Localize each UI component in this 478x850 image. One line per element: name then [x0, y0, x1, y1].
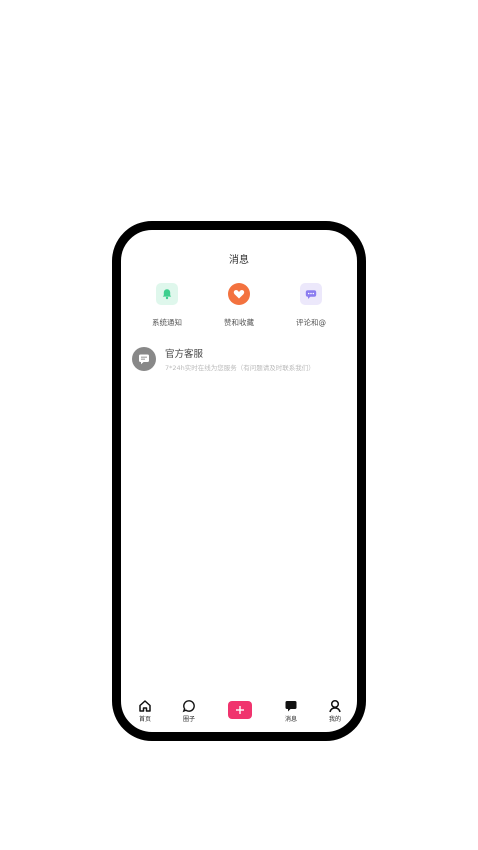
- message-preview: 7*24h实时在线为您服务（有问题请及时联系我们）: [165, 364, 315, 372]
- user-icon: [320, 698, 350, 713]
- tab-circle[interactable]: 圈子: [174, 698, 204, 723]
- likes-favorites-button[interactable]: 赞和收藏: [209, 283, 269, 328]
- system-notice-button[interactable]: 系统通知: [137, 283, 197, 328]
- tab-messages-label: 消息: [284, 716, 297, 723]
- comments-mentions-button[interactable]: 评论和@: [281, 283, 341, 328]
- home-icon: [130, 698, 160, 713]
- system-notice-label: 系统通知: [152, 318, 182, 327]
- comments-mentions-label: 评论和@: [296, 318, 326, 327]
- phone-frame: 消息 系统通知 赞和收藏 评论和@ 官方客服 7*24h实时在线为您服务（有问题…: [112, 221, 366, 741]
- tab-home-label: 首页: [138, 716, 151, 723]
- bottom-tab-bar: 首页 圈子 消息 我的: [121, 692, 357, 732]
- heart-icon: [228, 283, 250, 305]
- tab-home[interactable]: 首页: [130, 698, 160, 723]
- contact-name: 官方客服: [165, 349, 204, 360]
- tab-profile[interactable]: 我的: [320, 698, 350, 723]
- create-post-button[interactable]: [228, 701, 252, 719]
- circle-chat-icon: [174, 698, 204, 713]
- bell-icon: [156, 283, 178, 305]
- plus-icon: [236, 706, 244, 714]
- list-item-official-service[interactable]: 官方客服 7*24h实时在线为您服务（有问题请及时联系我们）: [132, 340, 349, 372]
- message-icon: [132, 347, 156, 371]
- page-title: 消息: [229, 255, 249, 266]
- tab-messages[interactable]: 消息: [276, 698, 306, 723]
- chat-bubble-icon: [300, 283, 322, 305]
- tab-circle-label: 圈子: [182, 716, 195, 723]
- likes-favorites-label: 赞和收藏: [224, 318, 254, 327]
- tab-profile-label: 我的: [328, 716, 341, 723]
- message-icon: [276, 698, 306, 713]
